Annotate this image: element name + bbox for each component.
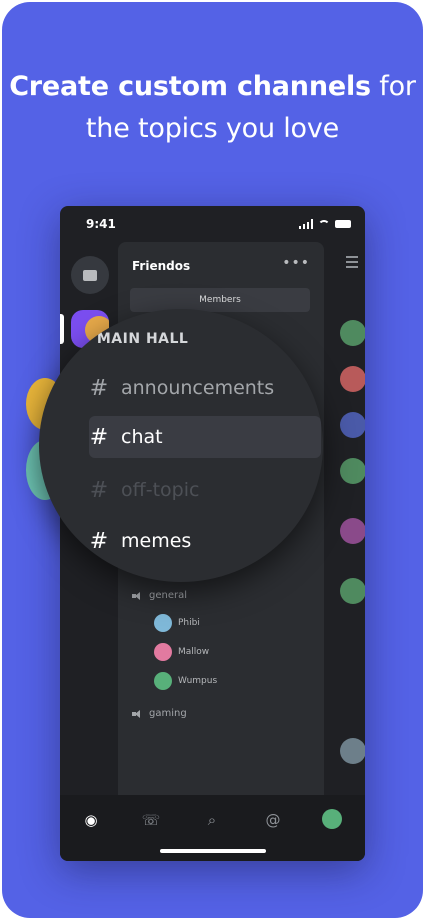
- hash-icon: #: [89, 477, 109, 503]
- speaker-icon: [132, 709, 143, 718]
- chevron-down-icon: ˅: [84, 331, 97, 347]
- members-button[interactable]: Members: [130, 288, 310, 312]
- channel-label: announcements: [121, 377, 275, 399]
- avatar[interactable]: [340, 518, 365, 544]
- promo-card: Create custom channels for the topics yo…: [2, 2, 423, 918]
- channel-off-topic[interactable]: # off-topic: [89, 469, 323, 511]
- category-main-hall[interactable]: ˅ MAIN HALL: [84, 331, 188, 347]
- battery-icon: [335, 220, 351, 228]
- signal-icon: [298, 219, 313, 229]
- status-bar: 9:41: [60, 206, 365, 242]
- home-icon[interactable]: ◉: [80, 809, 102, 831]
- voice-user-name: Wumpus: [178, 676, 218, 686]
- friends-icon[interactable]: ☏: [140, 809, 162, 831]
- server-selected-indicator: [60, 314, 64, 344]
- channel-memes[interactable]: # memes: [89, 520, 323, 562]
- voice-channel-label: gaming: [149, 708, 187, 719]
- channel-label: memes: [121, 530, 192, 552]
- mentions-icon[interactable]: @: [262, 809, 284, 831]
- voice-user-name: Mallow: [178, 647, 210, 657]
- channel-label: off-topic: [121, 479, 200, 501]
- search-icon[interactable]: ⌕: [201, 809, 223, 831]
- more-options-icon[interactable]: •••: [282, 255, 310, 271]
- speaker-icon: [132, 591, 143, 600]
- avatar[interactable]: [340, 412, 365, 438]
- channel-label: chat: [121, 426, 163, 448]
- voice-user[interactable]: Wumpus: [154, 672, 217, 690]
- avatar[interactable]: [340, 578, 365, 604]
- headline: Create custom channels for the topics yo…: [2, 66, 423, 150]
- status-time: 9:41: [86, 217, 116, 231]
- category-label: MAIN HALL: [96, 331, 189, 347]
- avatar[interactable]: [340, 366, 365, 392]
- headline-line2: the topics you love: [85, 113, 340, 144]
- voice-user[interactable]: Phibi: [154, 614, 200, 632]
- menu-icon[interactable]: [346, 256, 358, 271]
- channel-chat[interactable]: # chat: [89, 416, 321, 458]
- wifi-icon: [318, 219, 330, 229]
- headline-rest: for: [370, 71, 416, 102]
- hash-icon: #: [89, 424, 109, 450]
- chat-bubble-icon: [83, 269, 97, 281]
- hash-icon: #: [89, 528, 109, 554]
- hash-icon: #: [89, 375, 109, 401]
- avatar[interactable]: [340, 458, 365, 484]
- home-indicator: [160, 849, 266, 853]
- voice-channel-label: general: [149, 590, 188, 601]
- bottom-tab-bar: ◉ ☏ ⌕ @: [60, 795, 365, 861]
- voice-user-name: Phibi: [178, 618, 200, 628]
- avatar: [154, 643, 172, 661]
- voice-channel-general[interactable]: general: [132, 590, 187, 601]
- voice-channel-gaming[interactable]: gaming: [132, 708, 187, 719]
- avatar: [154, 614, 172, 632]
- direct-messages-button[interactable]: [71, 256, 109, 294]
- avatar[interactable]: [340, 738, 365, 764]
- voice-user[interactable]: Mallow: [154, 643, 209, 661]
- server-name: Friendos: [132, 259, 191, 273]
- headline-bold: Create custom channels: [9, 71, 371, 102]
- magnifier-lens: ˅ MAIN HALL # announcements # chat # off…: [39, 309, 323, 582]
- avatar: [154, 672, 172, 690]
- avatar[interactable]: [340, 320, 365, 346]
- member-strip: [330, 242, 365, 795]
- profile-avatar-icon[interactable]: [322, 809, 342, 829]
- channel-announcements[interactable]: # announcements: [89, 367, 323, 409]
